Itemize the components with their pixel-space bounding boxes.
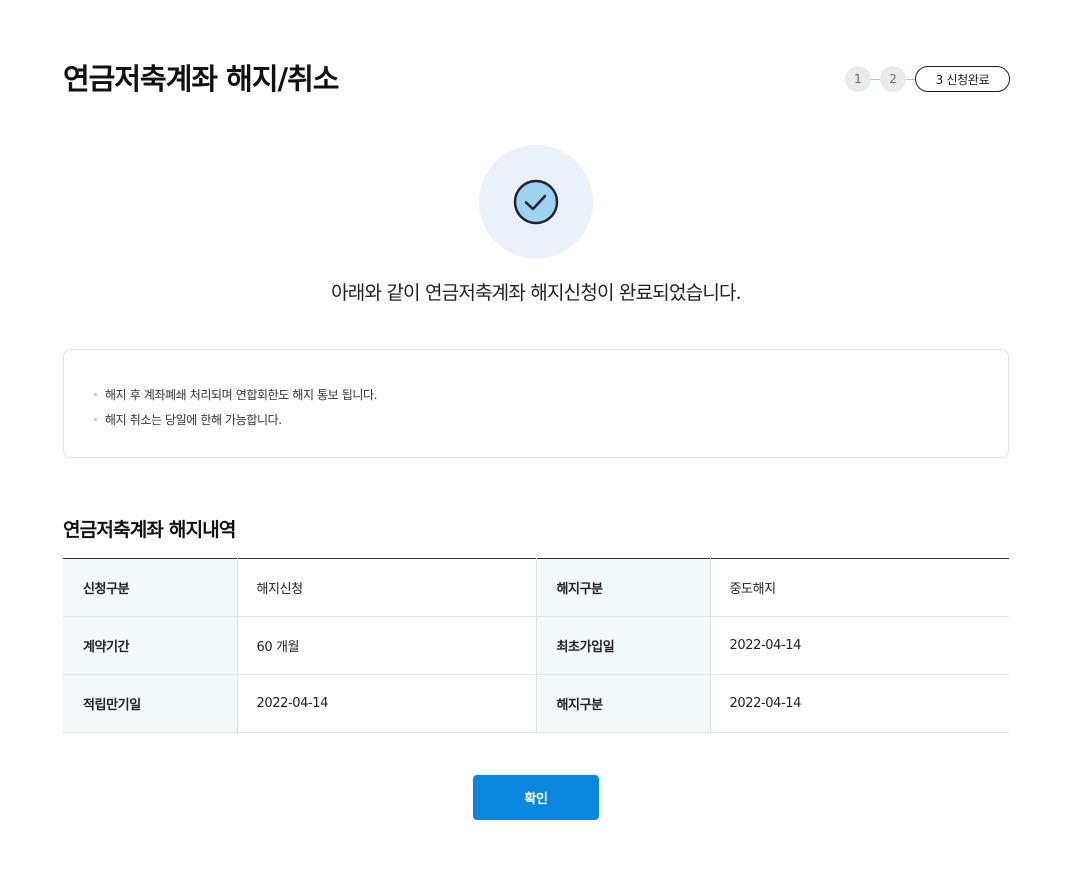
field-value: 2022-04-14 <box>710 674 1009 733</box>
progress-stepper: 1 2 3 신청완료 <box>845 66 1010 92</box>
table-row: 적립만기일 2022-04-14 해지구분 2022-04-14 <box>63 674 1009 733</box>
table-row: 계약기간 60 개월 최초가입일 2022-04-14 <box>63 616 1009 675</box>
field-label: 계약기간 <box>63 616 238 675</box>
notice-item: 해지 후 계좌폐쇄 처리되며 연합회한도 해지 통보 됩니다. <box>94 382 1008 407</box>
step-connector <box>871 78 880 80</box>
step-connector <box>906 78 915 80</box>
bullet-dot <box>94 418 97 421</box>
completion-message: 아래와 같이 연금저축계좌 해지신청이 완료되었습니다. <box>331 282 742 304</box>
field-label: 최초가입일 <box>535 616 711 675</box>
step-1: 1 <box>845 66 871 92</box>
field-label: 해지구분 <box>535 558 711 617</box>
field-label: 적립만기일 <box>63 674 238 733</box>
field-value: 2022-04-14 <box>710 616 1009 675</box>
field-value: 해지신청 <box>237 558 537 617</box>
section-title: 연금저축계좌 해지내역 <box>63 519 236 541</box>
confirm-button[interactable]: 확인 <box>473 775 599 820</box>
completion-badge <box>479 145 593 259</box>
notice-item: 해지 취소는 당일에 한해 가능합니다. <box>94 407 1008 432</box>
notice-text: 해지 취소는 당일에 한해 가능합니다. <box>105 413 282 427</box>
notice-box: 해지 후 계좌폐쇄 처리되며 연합회한도 해지 통보 됩니다. 해지 취소는 당… <box>63 349 1009 458</box>
field-label: 신청구분 <box>63 558 238 617</box>
bullet-dot <box>94 393 97 396</box>
check-circle-icon <box>513 179 559 225</box>
notice-text: 해지 후 계좌폐쇄 처리되며 연합회한도 해지 통보 됩니다. <box>105 388 378 402</box>
table-row: 신청구분 해지신청 해지구분 중도해지 <box>63 558 1009 617</box>
field-value: 중도해지 <box>710 558 1009 617</box>
termination-details-table: 신청구분 해지신청 해지구분 중도해지 계약기간 60 개월 최초가입일 202… <box>63 558 1009 733</box>
step-2: 2 <box>880 66 906 92</box>
field-value: 2022-04-14 <box>237 674 537 733</box>
field-label: 해지구분 <box>535 674 711 733</box>
step-3-current: 3 신청완료 <box>915 66 1010 92</box>
page-title: 연금저축계좌 해지/취소 <box>63 62 339 96</box>
field-value: 60 개월 <box>237 616 537 675</box>
